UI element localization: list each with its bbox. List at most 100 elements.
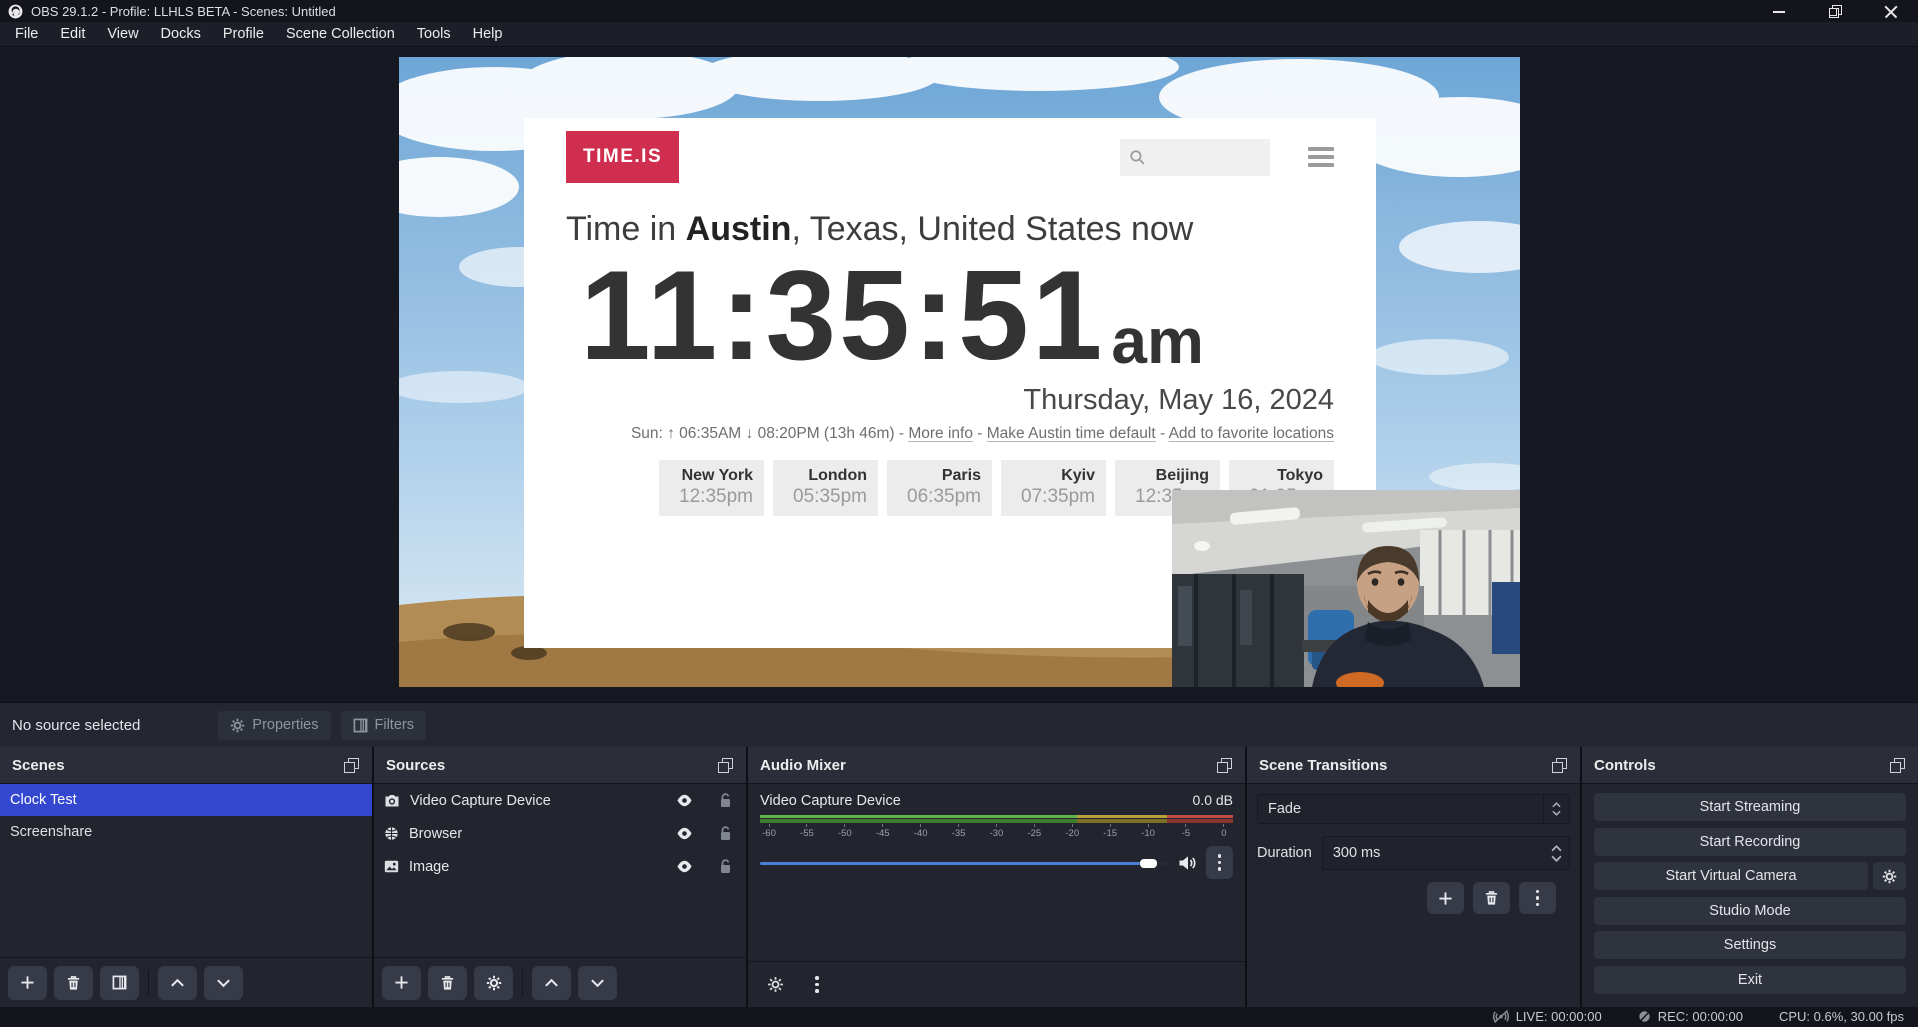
clock-time: 11:35:51 (580, 251, 1105, 381)
menu-profile[interactable]: Profile (212, 22, 275, 46)
search-icon (1129, 149, 1146, 166)
audio-mixer-title: Audio Mixer (760, 757, 846, 774)
transition-select[interactable]: Fade (1257, 794, 1570, 824)
search-box (1120, 139, 1270, 176)
lock-icon[interactable] (719, 859, 732, 874)
remove-scene-button[interactable] (54, 966, 93, 1000)
transitions-title: Scene Transitions (1259, 757, 1387, 774)
scene-item-screenshare[interactable]: Screenshare (0, 816, 372, 848)
minimize-button[interactable] (1772, 4, 1786, 18)
trash-icon (1484, 890, 1499, 906)
rec-status: REC: 00:00:00 (1638, 1009, 1743, 1024)
video-preview[interactable]: TIME.IS Time in Austin, Texas, United St… (399, 57, 1520, 687)
titlebar: OBS 29.1.2 - Profile: LLHLS BETA - Scene… (0, 0, 1918, 22)
popout-icon[interactable] (1890, 758, 1906, 773)
start-streaming-button[interactable]: Start Streaming (1594, 793, 1906, 821)
popout-icon[interactable] (344, 758, 360, 773)
scene-transitions-panel: Scene Transitions Fade Duration 300 ms (1247, 747, 1580, 1007)
add-transition-button[interactable] (1427, 882, 1464, 914)
menu-edit[interactable]: Edit (49, 22, 96, 46)
chevron-up-icon (170, 978, 185, 988)
chevron-down-icon (216, 978, 231, 988)
filter-icon (112, 975, 127, 990)
menu-help[interactable]: Help (462, 22, 514, 46)
properties-button[interactable]: Properties (218, 711, 330, 740)
menu-tools[interactable]: Tools (406, 22, 462, 46)
kebab-icon (1536, 890, 1540, 907)
menu-scene-collection[interactable]: Scene Collection (275, 22, 406, 46)
popout-icon[interactable] (718, 758, 734, 773)
remove-source-button[interactable] (428, 966, 467, 1000)
popout-icon[interactable] (1217, 758, 1233, 773)
clock-date: Thursday, May 16, 2024 (566, 384, 1334, 417)
remove-transition-button[interactable] (1473, 882, 1510, 914)
chevron-up-icon (544, 978, 559, 988)
move-source-down-button[interactable] (578, 966, 617, 1000)
source-properties-button[interactable] (474, 966, 513, 1000)
visibility-eye-icon[interactable] (676, 794, 693, 807)
stream-inactive-icon (1493, 1010, 1509, 1023)
camera-icon (384, 794, 400, 808)
no-source-label: No source selected (12, 717, 140, 734)
studio-mode-button[interactable]: Studio Mode (1594, 897, 1906, 925)
transition-options-button[interactable] (1519, 882, 1556, 914)
duration-input[interactable]: 300 ms (1322, 836, 1570, 870)
mixer-menu-button[interactable] (800, 969, 834, 1001)
menubar: File Edit View Docks Profile Scene Colle… (0, 22, 1918, 47)
visibility-eye-icon[interactable] (676, 860, 693, 873)
image-icon (384, 860, 399, 873)
start-recording-button[interactable]: Start Recording (1594, 828, 1906, 856)
volume-slider[interactable] (760, 856, 1169, 870)
duration-spinner[interactable] (1543, 845, 1569, 862)
start-virtual-camera-button[interactable]: Start Virtual Camera (1594, 862, 1868, 890)
volume-slider-handle[interactable] (1140, 859, 1157, 868)
scenes-panel: Scenes Clock Test Screenshare (0, 747, 372, 1007)
plus-icon (1438, 891, 1453, 906)
scenes-list: Clock Test Screenshare (0, 784, 372, 957)
exit-button[interactable]: Exit (1594, 966, 1906, 994)
mixer-options-button[interactable] (1206, 846, 1233, 879)
make-default-link: Make Austin time default (987, 425, 1156, 442)
source-item-video-capture[interactable]: Video Capture Device (374, 784, 746, 817)
menu-docks[interactable]: Docks (150, 22, 212, 46)
virtual-camera-settings-button[interactable] (1873, 862, 1906, 890)
transition-value: Fade (1258, 801, 1301, 817)
scene-item-clock-test[interactable]: Clock Test (0, 784, 372, 816)
advanced-audio-button[interactable] (758, 969, 792, 1001)
visibility-eye-icon[interactable] (676, 827, 693, 840)
scene-filters-button[interactable] (100, 966, 139, 1000)
source-toolbar: No source selected Properties Filters (0, 702, 1918, 747)
cpu-status: CPU: 0.6%, 30.00 fps (1779, 1009, 1904, 1024)
city-card: Kyiv07:35pm (1001, 460, 1106, 516)
chevron-down-icon (590, 978, 605, 988)
source-item-image[interactable]: Image (374, 850, 746, 883)
chevron-up-icon (1552, 802, 1561, 808)
popout-icon[interactable] (1552, 758, 1568, 773)
move-source-up-button[interactable] (532, 966, 571, 1000)
move-scene-down-button[interactable] (204, 966, 243, 1000)
settings-button[interactable]: Settings (1594, 931, 1906, 959)
duration-value: 300 ms (1323, 845, 1381, 861)
webcam-video (1172, 490, 1520, 687)
volume-meter (760, 815, 1233, 823)
obs-logo-icon (8, 4, 23, 19)
dock-row: Scenes Clock Test Screenshare (0, 747, 1918, 1007)
lock-icon[interactable] (719, 793, 732, 808)
source-item-browser[interactable]: Browser (374, 817, 746, 850)
transition-select-spinner[interactable] (1543, 795, 1569, 823)
gear-icon (486, 975, 502, 991)
trash-icon (66, 975, 81, 991)
close-button[interactable] (1884, 4, 1898, 18)
speaker-icon[interactable] (1178, 855, 1197, 871)
add-scene-button[interactable] (8, 966, 47, 1000)
record-inactive-icon (1638, 1010, 1651, 1023)
move-scene-up-button[interactable] (158, 966, 197, 1000)
trash-icon (440, 975, 455, 991)
filters-button[interactable]: Filters (341, 711, 426, 740)
add-source-button[interactable] (382, 966, 421, 1000)
lock-icon[interactable] (719, 826, 732, 841)
filter-icon (353, 718, 368, 733)
restore-button[interactable] (1828, 4, 1842, 18)
menu-view[interactable]: View (96, 22, 149, 46)
menu-file[interactable]: File (4, 22, 49, 46)
